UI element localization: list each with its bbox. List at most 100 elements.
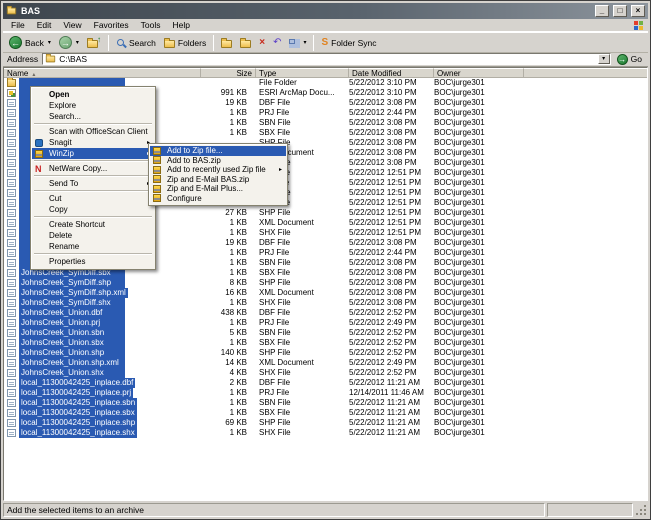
table-row[interactable]: JohnsCreek_SymDiff.shp.xml 16 KB XML Doc… [4,288,647,298]
table-row[interactable]: local_11300042425_inplace.shp 69 KB SHP … [4,418,647,428]
column-header-size[interactable]: Size [201,68,256,78]
menu-item[interactable]: Snagit ▸ [32,137,154,148]
file-size: 2 KB [201,378,256,388]
table-row[interactable]: JohnsCreek_Union.shp 140 KB SHP File 5/2… [4,348,647,358]
table-row[interactable]: local_11300042425_inplace.dbf 2 KB DBF F… [4,378,647,388]
explorer-window: BAS _ □ × FileEditViewFavoritesToolsHelp… [0,0,651,520]
folders-button[interactable]: Folders [161,37,209,49]
menu-item[interactable]: NetWare Copy... [32,163,154,174]
table-row[interactable]: JohnsCreek_SymDiff.shx 1 KB SHX File 5/2… [4,298,647,308]
menu-item[interactable]: Search... [32,111,154,122]
menu-item[interactable]: Create Shortcut [32,219,154,230]
column-header-owner[interactable]: Owner [434,68,524,78]
menu-item[interactable]: Add to Zip file... [150,146,286,156]
close-button[interactable]: × [631,5,645,17]
go-button[interactable]: → Go [615,54,644,65]
file-type: File Folder [256,78,349,88]
file-type: SBN File [256,398,349,408]
menu-item[interactable]: Explore [32,100,154,111]
menu-edit[interactable]: Edit [31,20,58,30]
menu-item[interactable]: WinZip ▸ [32,148,154,159]
undo-button[interactable]: ↶ [270,37,284,49]
menu-help[interactable]: Help [166,20,195,30]
file-name: JohnsCreek_Union.prj [19,318,125,328]
menu-file[interactable]: File [5,20,31,30]
table-row[interactable]: JohnsCreek_Union.dbf 438 KB DBF File 5/2… [4,308,647,318]
folder-sync-icon: S [321,38,328,48]
file-type: DBF File [256,378,349,388]
title-bar[interactable]: BAS _ □ × [3,3,648,19]
file-icon [7,89,16,97]
back-button[interactable]: ← Back ▾ [6,35,54,50]
column-header-name[interactable]: Name▴ [4,68,201,78]
file-size: 16 KB [201,288,256,298]
menu-item[interactable]: Delete [32,230,154,241]
menu-item-label: Scan with OfficeScan Client [49,127,148,136]
file-name-cell: local_11300042425_inplace.dbf [4,378,201,388]
menu-item[interactable]: Properties [32,256,154,267]
menu-item[interactable]: Send To ▸ [32,178,154,189]
minimize-button[interactable]: _ [595,5,609,17]
file-owner: BOC\jurge301 [434,368,647,378]
table-row[interactable]: local_11300042425_inplace.shx 1 KB SHX F… [4,428,647,438]
menu-item[interactable]: Rename [32,241,154,252]
table-row[interactable]: local_11300042425_inplace.prj 1 KB PRJ F… [4,388,647,398]
forward-button[interactable]: → ▾ [56,35,82,50]
table-row[interactable]: local_11300042425_inplace.sbn 1 KB SBN F… [4,398,647,408]
file-size: 1 KB [201,258,256,268]
table-row[interactable]: JohnsCreek_Union.sbn 5 KB SBN File 5/22/… [4,328,647,338]
table-row[interactable]: JohnsCreek_SymDiff.shp 8 KB SHP File 5/2… [4,278,647,288]
menu-item[interactable]: Scan with OfficeScan Client [32,126,154,137]
views-button[interactable]: ▾ [286,37,309,48]
column-header-date-modified[interactable]: Date Modified [349,68,434,78]
file-type: PRJ File [256,388,349,398]
file-size: 4 KB [201,368,256,378]
file-type: SHX File [256,428,349,438]
menu-tools[interactable]: Tools [135,20,167,30]
menu-item[interactable]: Add to recently used Zip file ▸ [150,165,286,175]
table-row[interactable]: local_11300042425_inplace.sbx 1 KB SBX F… [4,408,647,418]
table-row[interactable]: JohnsCreek_Union.sbx 1 KB SBX File 5/22/… [4,338,647,348]
resize-grip[interactable] [635,503,648,517]
file-name-cell: JohnsCreek_SymDiff.shx [4,298,201,308]
file-name-cell: local_11300042425_inplace.shx [4,428,201,438]
table-row[interactable]: JohnsCreek_Union.shx 4 KB SHX File 5/22/… [4,368,647,378]
forward-dropdown-icon[interactable]: ▾ [76,39,79,46]
move-to-button[interactable] [218,37,235,49]
file-date-modified: 5/22/2012 3:08 PM [349,158,434,168]
address-input[interactable]: C:\BAS ▾ [42,53,610,65]
menu-item[interactable]: Zip and E-Mail BAS.zip [150,175,286,185]
menu-item[interactable]: Cut [32,193,154,204]
address-dropdown-icon[interactable]: ▾ [598,54,610,64]
back-dropdown-icon[interactable]: ▾ [48,39,51,46]
back-label: Back [25,38,44,48]
file-owner: BOC\jurge301 [434,188,647,198]
menu-favorites[interactable]: Favorites [88,20,135,30]
file-owner: BOC\jurge301 [434,148,647,158]
maximize-button[interactable]: □ [613,5,627,17]
menu-item[interactable]: Configure [150,194,286,204]
menu-view[interactable]: View [57,20,87,30]
file-owner: BOC\jurge301 [434,298,647,308]
menu-item[interactable]: Open [32,89,154,100]
table-row[interactable]: JohnsCreek_Union.shp.xml 14 KB XML Docum… [4,358,647,368]
search-button[interactable]: Search [113,37,159,49]
copy-to-button[interactable] [237,37,254,49]
file-date-modified: 5/22/2012 3:08 PM [349,128,434,138]
file-icon [7,349,16,357]
file-date-modified: 5/22/2012 12:51 PM [349,208,434,218]
file-size: 19 KB [201,238,256,248]
up-button[interactable]: ↑ [84,37,104,49]
file-owner: BOC\jurge301 [434,138,647,148]
menu-item[interactable]: Copy [32,204,154,215]
delete-button[interactable]: × [256,37,268,49]
column-header-type[interactable]: Type [256,68,349,78]
file-icon [7,189,16,197]
menu-item[interactable]: Zip and E-Mail Plus... [150,184,286,194]
file-icon [7,389,16,397]
file-type: PRJ File [256,108,349,118]
folder-sync-button[interactable]: S Folder Sync [318,37,379,49]
menu-item[interactable]: Add to BAS.zip [150,156,286,166]
table-row[interactable]: JohnsCreek_Union.prj 1 KB PRJ File 5/22/… [4,318,647,328]
file-owner: BOC\jurge301 [434,208,647,218]
